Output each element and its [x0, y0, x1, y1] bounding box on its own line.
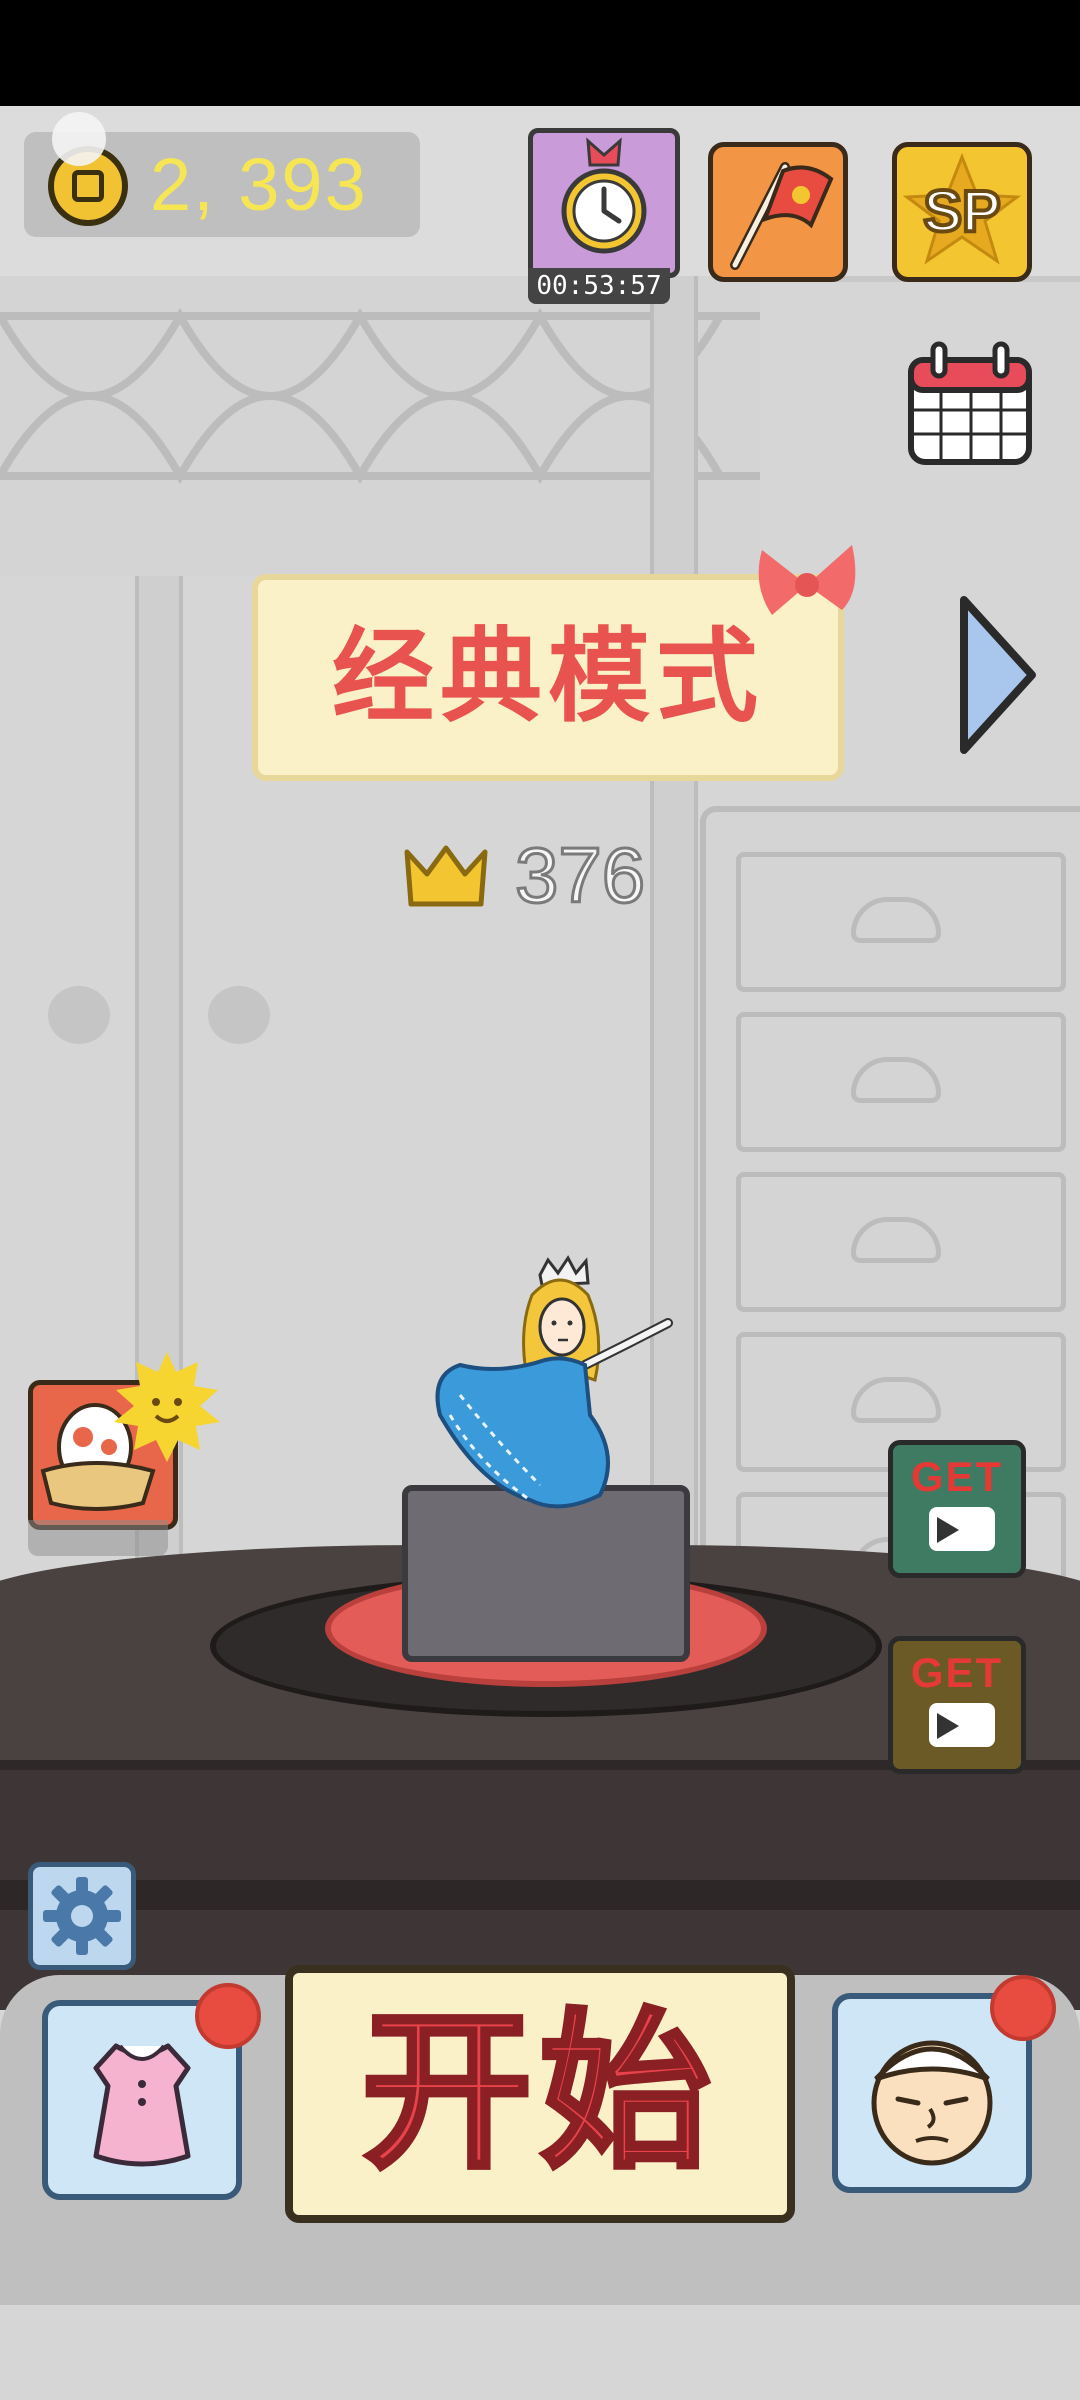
- notification-dot: [195, 1983, 261, 2049]
- touch-indicator: [52, 112, 106, 166]
- gift-countdown-timer: 00:53:57: [528, 268, 670, 304]
- bow-icon: [758, 545, 856, 615]
- egg-nest-shadow: [28, 1520, 168, 1556]
- get-label: GET: [910, 1453, 1004, 1500]
- wall-decoration: [48, 986, 110, 1044]
- coin-count: 2, 393: [150, 143, 368, 226]
- next-mode-arrow-icon[interactable]: [952, 590, 1042, 760]
- crown-icon: [404, 845, 488, 907]
- alarm-clock-icon: [561, 137, 647, 254]
- flag-button[interactable]: [708, 142, 848, 282]
- start-button[interactable]: 开始: [285, 1965, 795, 2223]
- window-lattice: [0, 276, 760, 576]
- start-label: 开始: [359, 1992, 718, 2195]
- timed-gift-button[interactable]: [528, 128, 680, 278]
- get-label: GET: [910, 1649, 1004, 1696]
- sun-icon: [114, 1352, 220, 1462]
- wall-decoration: [208, 986, 270, 1044]
- gear-icon: [43, 1877, 121, 1955]
- get-video-reward-button[interactable]: GET: [888, 1440, 1026, 1578]
- sp-label: SP: [921, 177, 1002, 246]
- best-score: 376: [513, 830, 646, 921]
- flag-icon: [730, 162, 834, 270]
- mode-title: 经典模式: [332, 618, 764, 737]
- princess-character[interactable]: [420, 1255, 680, 1525]
- calendar-icon[interactable]: [905, 340, 1035, 468]
- table-band: [0, 1880, 1080, 1910]
- get-video-reward-button-2[interactable]: GET: [888, 1636, 1026, 1774]
- settings-button[interactable]: [28, 1862, 136, 1970]
- notification-dot: [990, 1975, 1056, 2041]
- status-bar: [0, 0, 1080, 106]
- sp-button[interactable]: SP: [892, 142, 1032, 282]
